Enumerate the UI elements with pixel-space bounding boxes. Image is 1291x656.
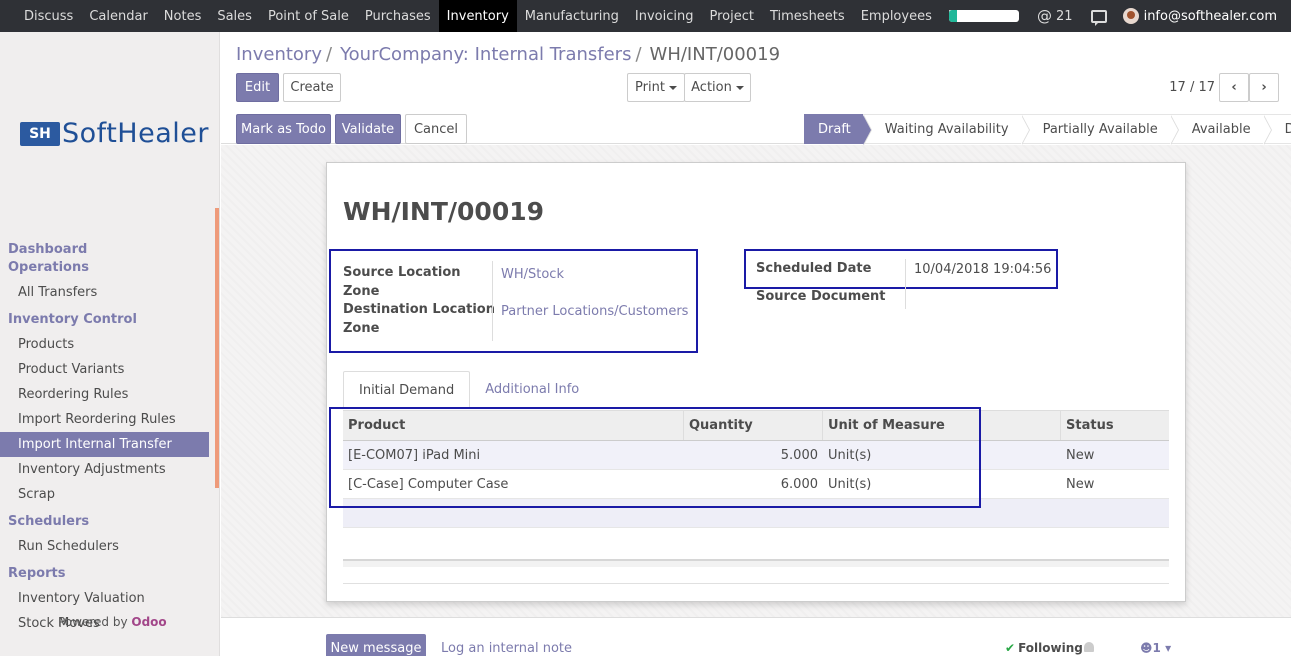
status-waiting-availability[interactable]: Waiting Availability (862, 114, 1030, 145)
check-icon: ✔ (1005, 641, 1016, 655)
logo-word: SoftHealer (62, 118, 209, 149)
followers-button[interactable]: ☻1 ▾ (1140, 641, 1171, 655)
sidebar-item-scrap[interactable]: Scrap (0, 482, 209, 507)
menu-notes[interactable]: Notes (156, 0, 210, 32)
following-button[interactable]: ✔ Following (1005, 641, 1083, 655)
user-icon: ☻ (1140, 641, 1153, 655)
bell-icon[interactable] (1084, 642, 1094, 652)
user-menu[interactable]: info@softhealer.com (1122, 8, 1277, 24)
status-bar: Draft Waiting Availability Partially Avail… (804, 114, 1291, 145)
column-status[interactable]: Status (1061, 411, 1169, 440)
progress-bar (949, 10, 1020, 22)
scheduled-date-value: 10/04/2018 19:04:56 (914, 262, 1052, 277)
scheduled-date-label: Scheduled Date (756, 261, 872, 276)
new-message-button[interactable]: New message (326, 634, 426, 656)
highlight-box-lines (329, 407, 981, 508)
sidebar-scrollbar[interactable] (215, 208, 219, 488)
source-document-label: Source Document (756, 289, 886, 304)
chevron-down-icon: ▾ (1165, 641, 1172, 655)
chevron-left-icon: ‹ (1231, 80, 1237, 95)
table-footer-band (343, 561, 1169, 567)
record-title: WH/INT/00019 (343, 197, 545, 226)
chevron-down-icon (668, 85, 677, 90)
menu-invoicing[interactable]: Invoicing (627, 0, 702, 32)
menu-timesheets[interactable]: Timesheets (762, 0, 853, 32)
sidebar-item-inventory-adjustments[interactable]: Inventory Adjustments (0, 457, 209, 482)
action-button[interactable]: Action (684, 73, 751, 102)
log-note-link[interactable]: Log an internal note (441, 641, 572, 656)
at-icon: @ (1037, 7, 1053, 25)
tab-additional-info[interactable]: Additional Info (470, 371, 594, 409)
source-location-label: Source Location Zone (343, 265, 461, 299)
menu-inventory[interactable]: Inventory (438, 0, 517, 32)
menu-point-of-sale[interactable]: Point of Sale (260, 0, 357, 32)
sidebar-nav: Dashboard Operations All Transfers Inventor… (0, 241, 209, 636)
sidebar-item-all-transfers[interactable]: All Transfers (0, 280, 209, 305)
sidebar-section-reports[interactable]: Reports (0, 565, 209, 583)
notebook-tabs: Initial Demand Additional Info (343, 371, 594, 409)
print-button[interactable]: Print (627, 73, 685, 102)
sidebar-item-run-schedulers[interactable]: Run Schedulers (0, 534, 209, 559)
sidebar-section-dashboard[interactable]: Dashboard (0, 241, 209, 259)
sidebar-section-schedulers[interactable]: Schedulers (0, 513, 209, 531)
menu-manufacturing[interactable]: Manufacturing (517, 0, 627, 32)
menu-sales[interactable]: Sales (209, 0, 260, 32)
field-separator (905, 259, 906, 309)
logo-mark: SH (20, 121, 60, 146)
powered-by: Powered by Odoo (58, 615, 167, 629)
cancel-button[interactable]: Cancel (405, 114, 467, 144)
menu-employees[interactable]: Employees (853, 0, 940, 32)
cell-status: New (1066, 447, 1095, 463)
source-location-value[interactable]: WH/Stock (501, 267, 564, 282)
tab-initial-demand[interactable]: Initial Demand (343, 371, 471, 409)
chevron-down-icon (735, 85, 744, 90)
sidebar-item-reordering-rules[interactable]: Reordering Rules (0, 382, 209, 407)
sidebar-item-import-reordering-rules[interactable]: Import Reordering Rules (0, 407, 209, 432)
company-logo: SH SoftHealer (20, 118, 209, 149)
table-bottom-line (343, 583, 1169, 584)
app-menu: Discuss Calendar Notes Sales Point of Sale Pu… (0, 0, 1002, 32)
cell-status: New (1066, 476, 1095, 492)
status-draft[interactable]: Draft (804, 114, 872, 145)
sidebar-item-products[interactable]: Products (0, 332, 209, 357)
chevron-right-icon: › (1261, 80, 1267, 95)
breadcrumb-internal-transfers[interactable]: YourCompany: Internal Transfers (340, 44, 631, 65)
mentions-counter[interactable]: @21 (1037, 7, 1073, 25)
control-panel: Inventory / YourCompany: Internal Transfe… (221, 32, 1291, 145)
pager-value: 17 / 17 (1169, 80, 1215, 95)
user-email: info@softhealer.com (1143, 8, 1277, 24)
breadcrumb-current: WH/INT/00019 (649, 44, 781, 65)
menu-purchases[interactable]: Purchases (357, 0, 439, 32)
destination-location-value[interactable]: Partner Locations/Customers (501, 304, 688, 319)
status-partially-available[interactable]: Partially Available (1020, 114, 1179, 145)
create-button[interactable]: Create (283, 73, 341, 102)
sidebar-item-product-variants[interactable]: Product Variants (0, 357, 209, 382)
sidebar-section-operations[interactable]: Operations (0, 259, 209, 277)
top-navbar: Discuss Calendar Notes Sales Point of Sale Pu… (0, 0, 1291, 32)
validate-button[interactable]: Validate (335, 114, 401, 144)
pager-previous-button[interactable]: ‹ (1219, 73, 1249, 102)
chatter: New message Log an internal note ✔ Follow… (221, 617, 1291, 656)
sidebar-item-import-internal-transfer[interactable]: Import Internal Transfer (0, 432, 209, 457)
menu-calendar[interactable]: Calendar (81, 0, 155, 32)
field-separator (492, 261, 493, 341)
menu-discuss[interactable]: Discuss (16, 0, 81, 32)
menu-project[interactable]: Project (702, 0, 762, 32)
mark-as-todo-button[interactable]: Mark as Todo (236, 114, 331, 144)
breadcrumb: Inventory / YourCompany: Internal Transfe… (236, 44, 781, 65)
status-available[interactable]: Available (1169, 114, 1272, 145)
destination-location-label: Destination Location Zone (343, 302, 495, 336)
breadcrumb-inventory[interactable]: Inventory (236, 44, 322, 65)
pager-next-button[interactable]: › (1249, 73, 1279, 102)
sidebar-section-inventory-control[interactable]: Inventory Control (0, 311, 209, 329)
chat-icon[interactable] (1090, 9, 1107, 26)
sidebar-item-inventory-valuation[interactable]: Inventory Valuation (0, 586, 209, 611)
progress-fill (949, 10, 958, 22)
edit-button[interactable]: Edit (236, 73, 279, 102)
form-sheet: WH/INT/00019 Source Location Zone WH/Stoc… (326, 162, 1186, 602)
avatar (1122, 8, 1139, 24)
